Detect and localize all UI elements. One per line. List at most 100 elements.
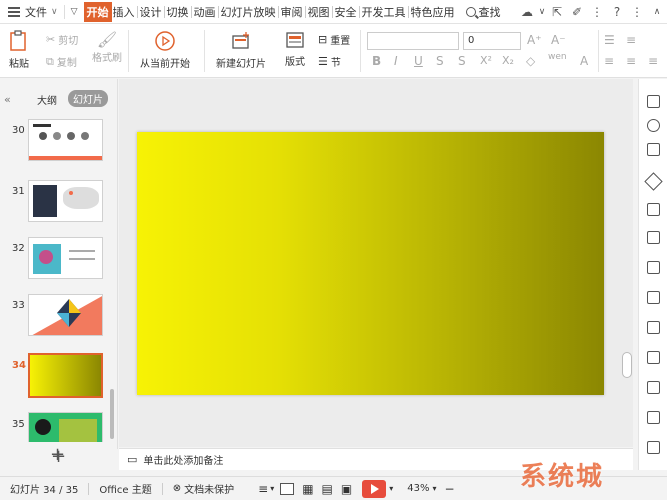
subscript-icon[interactable]: X₂: [502, 54, 514, 67]
tab-design[interactable]: 设计: [139, 2, 163, 22]
menu-icon[interactable]: [8, 6, 20, 17]
zoom-out-icon[interactable]: −: [445, 482, 455, 496]
scrollbar-thumb[interactable]: [622, 352, 632, 378]
tab-review[interactable]: 审阅: [280, 2, 304, 22]
new-slide-button[interactable]: 新建幻灯片: [214, 30, 268, 70]
normal-view-icon[interactable]: [280, 482, 295, 495]
divider: [407, 5, 409, 18]
tab-special-apps[interactable]: 特色应用: [410, 2, 456, 22]
divider: [217, 5, 219, 18]
layout-icon: [286, 32, 304, 48]
more-tools-icon[interactable]: [647, 441, 660, 454]
tab-insert[interactable]: 插入: [112, 2, 136, 22]
search-box[interactable]: 查找: [465, 4, 501, 20]
thumbnail-image: [28, 119, 103, 161]
ribbon: 粘贴 ✂ 剪切 ⧉ 复制 🖌 格式刷 从当前开始 新建幻灯片 版式 ⊟ 重置 ☰…: [0, 24, 667, 78]
slide-thumbnail-active[interactable]: 34: [0, 353, 118, 405]
play-from-current-button[interactable]: 从当前开始: [138, 30, 192, 70]
font-color-icon[interactable]: A: [580, 54, 588, 68]
tab-transitions[interactable]: 切换: [166, 2, 190, 22]
separator: [360, 30, 361, 72]
clear-format-icon[interactable]: ◇: [526, 54, 535, 68]
slide-thumbnail[interactable]: 32: [0, 237, 118, 289]
cut-button[interactable]: ✂ 剪切: [46, 32, 78, 47]
reset-button[interactable]: ⊟ 重置: [318, 32, 350, 47]
underline-icon[interactable]: U: [414, 54, 423, 68]
font-size-select[interactable]: 0: [463, 32, 521, 50]
slide-thumbnail[interactable]: 35: [0, 412, 118, 442]
bold-icon[interactable]: B: [372, 54, 381, 68]
file-menu[interactable]: 文件: [25, 4, 47, 20]
reading-view-icon[interactable]: ▤: [322, 482, 333, 496]
divider: [277, 5, 279, 18]
current-slide[interactable]: [137, 132, 604, 395]
character-spacing-icon[interactable]: wen: [548, 52, 567, 62]
animation-icon[interactable]: [647, 143, 660, 156]
layout-button[interactable]: 版式: [280, 30, 310, 68]
shape-icon[interactable]: [644, 172, 663, 191]
slide-thumbnail[interactable]: 30: [0, 119, 118, 171]
copy-button[interactable]: ⧉ 复制: [46, 54, 77, 70]
tab-security[interactable]: 安全: [334, 2, 358, 22]
align-right-icon[interactable]: ≡: [648, 54, 658, 68]
zoom-level[interactable]: 43%: [407, 483, 429, 494]
protection-status[interactable]: ⊗ 文档未保护: [173, 481, 234, 496]
separator: [88, 482, 90, 495]
chevron-down-icon[interactable]: ∨: [537, 7, 547, 17]
align-left-icon[interactable]: ≡: [604, 54, 614, 68]
notes-toggle-icon[interactable]: ≡: [258, 482, 268, 496]
cloud-sync-icon[interactable]: ☁: [517, 5, 537, 19]
library-icon[interactable]: [647, 411, 660, 424]
align-center-icon[interactable]: ≡: [626, 54, 636, 68]
collapse-pane-icon[interactable]: «: [4, 93, 11, 106]
decrease-font-icon[interactable]: A⁻: [551, 33, 566, 47]
italic-icon[interactable]: I: [394, 54, 398, 68]
chevron-down-icon[interactable]: ▾: [270, 484, 274, 493]
dropdown-arrow-icon[interactable]: ▽: [71, 7, 78, 17]
gallery-icon[interactable]: [647, 381, 660, 394]
more-options-icon[interactable]: ⋮: [627, 5, 647, 19]
image-icon[interactable]: [647, 203, 660, 216]
presenter-view-icon[interactable]: ▣: [341, 482, 352, 496]
chevron-down-icon[interactable]: ▾: [389, 484, 393, 493]
sorter-view-icon[interactable]: ▦: [302, 482, 313, 496]
grid-icon[interactable]: [647, 261, 660, 274]
design-icon[interactable]: [647, 119, 660, 132]
paste-button[interactable]: 粘贴: [6, 30, 32, 70]
picture-icon[interactable]: [647, 351, 660, 364]
tab-slides[interactable]: 幻灯片: [68, 90, 108, 107]
tab-developer[interactable]: 开发工具: [361, 2, 407, 22]
tab-animations[interactable]: 动画: [193, 2, 217, 22]
table-icon[interactable]: [647, 231, 660, 244]
bullets-icon[interactable]: ☰: [604, 33, 615, 47]
chart-icon[interactable]: [647, 291, 660, 304]
help-icon[interactable]: ?: [607, 5, 627, 19]
chevron-down-icon[interactable]: ▾: [432, 484, 436, 493]
section-button[interactable]: ☰ 节: [318, 54, 341, 69]
collapse-ribbon-icon[interactable]: ∧: [647, 7, 667, 17]
add-slide-icon[interactable]: +: [51, 446, 66, 467]
menu-bar: 文件 ∨ ▽ 开始 插入 设计 切换 动画 幻灯片放映 审阅 视图 安全 开发工…: [0, 0, 667, 24]
play-slideshow-button[interactable]: [362, 479, 387, 498]
font-name-select[interactable]: [367, 32, 459, 50]
object-select-icon[interactable]: [647, 95, 660, 108]
share-icon[interactable]: ⇱: [547, 5, 567, 19]
thumbnail-image: [28, 412, 103, 442]
shadow-icon[interactable]: S: [458, 54, 466, 68]
tab-outline[interactable]: 大纲: [37, 92, 57, 107]
superscript-icon[interactable]: X²: [480, 54, 492, 67]
thumbnail-image: [28, 237, 103, 279]
tab-home[interactable]: 开始: [83, 1, 112, 22]
numbering-icon[interactable]: ≡: [626, 33, 636, 47]
slide-thumbnail[interactable]: 31: [0, 180, 118, 232]
format-painter-button[interactable]: 🖌 格式刷: [90, 30, 124, 64]
tab-slideshow[interactable]: 幻灯片放映: [220, 2, 277, 22]
increase-font-icon[interactable]: A⁺: [527, 33, 542, 47]
slide-thumbnail[interactable]: 33: [0, 294, 118, 346]
pin-icon[interactable]: ✐: [567, 5, 587, 19]
settings-sliders-icon[interactable]: [647, 321, 660, 334]
more-icon[interactable]: ⋮: [587, 5, 607, 19]
chevron-down-icon[interactable]: ∨: [51, 7, 58, 17]
strikethrough-icon[interactable]: S: [436, 54, 444, 68]
tab-view[interactable]: 视图: [307, 2, 331, 22]
